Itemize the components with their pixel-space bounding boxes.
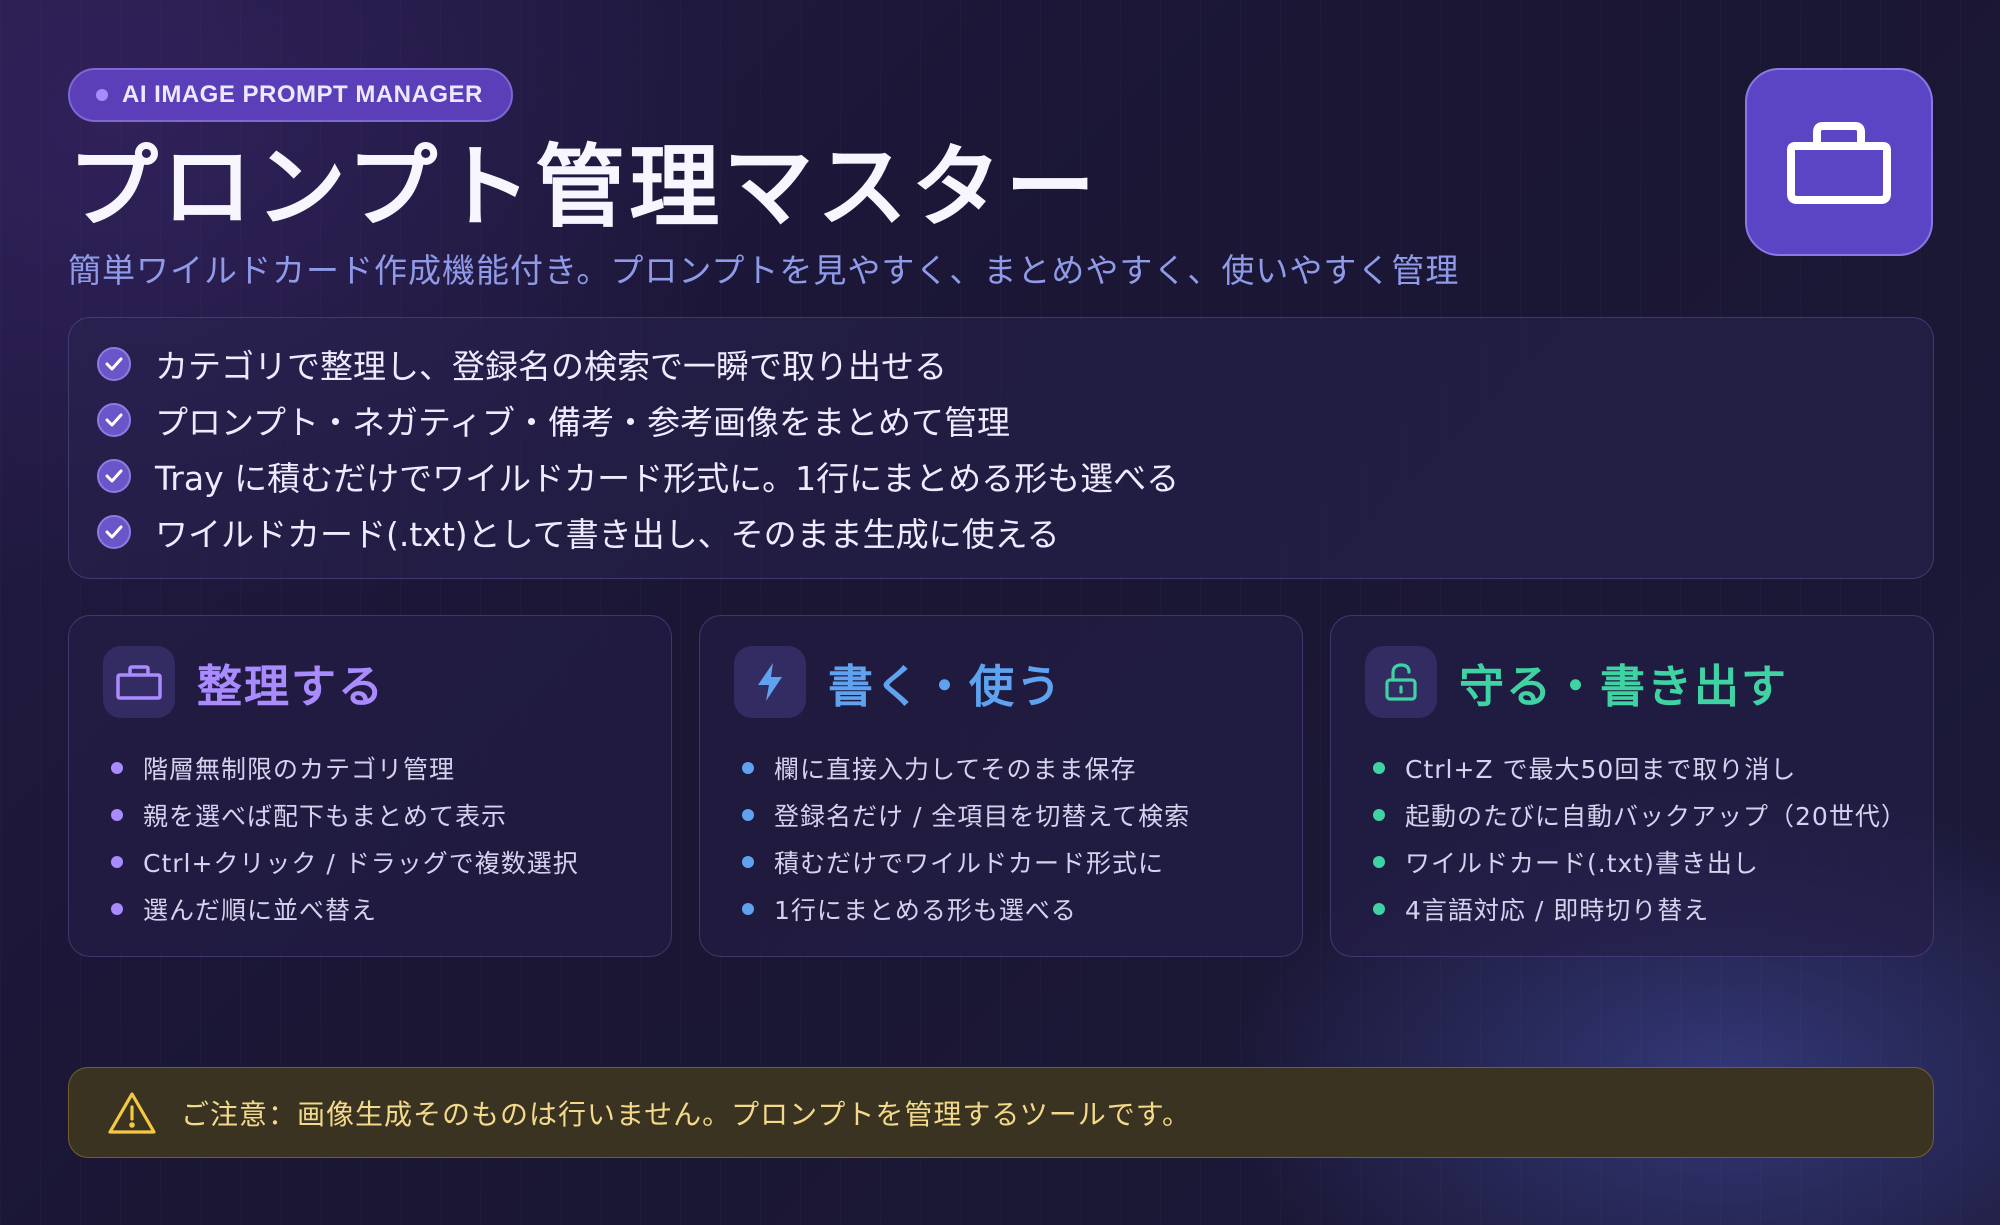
bullet [1373, 855, 1385, 868]
feature-card-organize: 整理する 階層無制限のカテゴリ管理 親を選べば配下もまとめて表示 Ctrl+クリ… [68, 615, 672, 957]
item-text: Ctrl+Z で最大50回まで取り消し [1405, 754, 1797, 784]
list-item: 4言語対応 / 即時切り替え [1373, 885, 1907, 932]
card-title: 書く・使う [828, 659, 1064, 713]
list-item: ワイルドカード(.txt)書き出し [1373, 838, 1907, 885]
item-text: 1行にまとめる形も選べる [774, 895, 1077, 925]
notice-text: ご注意：画像生成そのものは行いません。プロンプトを管理するツールです。 [181, 1097, 1191, 1131]
item-text: 親を選べば配下もまとめて表示 [143, 801, 508, 831]
bullet [1373, 808, 1385, 821]
card-title: 守る・書き出す [1459, 659, 1789, 713]
page-subtitle: 簡単ワイルドカード作成機能付き。プロンプトを見やすく、まとめやすく、使いやすく管… [68, 251, 1460, 290]
highlight-item: カテゴリで整理し、登録名の検索で一瞬で取り出せる [97, 336, 1933, 392]
item-text: 起動のたびに自動バックアップ（20世代） [1405, 801, 1907, 831]
list-item: 起動のたびに自動バックアップ（20世代） [1373, 791, 1907, 838]
notice-banner: ご注意：画像生成そのものは行いません。プロンプトを管理するツールです。 [68, 1067, 1934, 1158]
feature-card-write-use: 書く・使う 欄に直接入力してそのまま保存 登録名だけ / 全項目を切替えて検索 … [699, 615, 1303, 957]
folder-icon [103, 646, 175, 718]
app-icon [1745, 68, 1933, 256]
page-title: プロンプト管理マスター [68, 135, 1100, 240]
list-item: 積むだけでワイルドカード形式に [742, 838, 1190, 885]
highlight-item: Tray に積むだけでワイルドカード形式に。1行にまとめる形も選べる [97, 448, 1933, 504]
feature-list: Ctrl+Z で最大50回まで取り消し 起動のたびに自動バックアップ（20世代）… [1373, 744, 1907, 932]
item-text: 階層無制限のカテゴリ管理 [143, 754, 456, 784]
item-text: Ctrl+クリック / ドラッグで複数選択 [143, 848, 579, 878]
bullet [742, 808, 754, 821]
highlight-item: プロンプト・ネガティブ・備考・参考画像をまとめて管理 [97, 392, 1933, 448]
check-icon [97, 347, 131, 381]
bullet [742, 902, 754, 915]
highlight-text: Tray に積むだけでワイルドカード形式に。1行にまとめる形も選べる [155, 459, 1180, 498]
check-icon [97, 403, 131, 437]
bullet [111, 808, 123, 821]
bullet [111, 902, 123, 915]
lightning-icon [734, 646, 806, 718]
warning-icon [108, 1091, 156, 1134]
item-text: 選んだ順に並べ替え [143, 895, 378, 925]
list-item: 1行にまとめる形も選べる [742, 885, 1190, 932]
item-text: ワイルドカード(.txt)書き出し [1405, 848, 1759, 878]
unlock-icon [1365, 646, 1437, 718]
item-text: 登録名だけ / 全項目を切替えて検索 [774, 801, 1191, 831]
feature-card-protect-export: 守る・書き出す Ctrl+Z で最大50回まで取り消し 起動のたびに自動バックア… [1330, 615, 1934, 957]
bullet [742, 855, 754, 868]
item-text: 積むだけでワイルドカード形式に [774, 848, 1165, 878]
bullet [111, 761, 123, 774]
bullet [111, 855, 123, 868]
feature-list: 欄に直接入力してそのまま保存 登録名だけ / 全項目を切替えて検索 積むだけでワ… [742, 744, 1190, 932]
badge-label: AI IMAGE PROMPT MANAGER [122, 81, 483, 108]
list-item: Ctrl+Z で最大50回まで取り消し [1373, 744, 1907, 791]
list-item: 選んだ順に並べ替え [111, 885, 579, 932]
item-text: 4言語対応 / 即時切り替え [1405, 895, 1710, 925]
list-item: 登録名だけ / 全項目を切替えて検索 [742, 791, 1190, 838]
list-item: Ctrl+クリック / ドラッグで複数選択 [111, 838, 579, 885]
list-item: 階層無制限のカテゴリ管理 [111, 744, 579, 791]
check-icon [97, 459, 131, 493]
highlight-text: プロンプト・ネガティブ・備考・参考画像をまとめて管理 [155, 403, 1011, 442]
list-item: 欄に直接入力してそのまま保存 [742, 744, 1190, 791]
highlight-text: ワイルドカード(.txt)として書き出し、そのまま生成に使える [155, 515, 1060, 554]
bullet [742, 761, 754, 774]
list-item: 親を選べば配下もまとめて表示 [111, 791, 579, 838]
product-badge: AI IMAGE PROMPT MANAGER [68, 68, 513, 122]
bullet [1373, 761, 1385, 774]
card-title: 整理する [197, 659, 386, 713]
item-text: 欄に直接入力してそのまま保存 [774, 754, 1137, 784]
bullet [1373, 902, 1385, 915]
highlight-text: カテゴリで整理し、登録名の検索で一瞬で取り出せる [155, 347, 947, 386]
feature-list: 階層無制限のカテゴリ管理 親を選べば配下もまとめて表示 Ctrl+クリック / … [111, 744, 579, 932]
check-icon [97, 515, 131, 549]
folder-icon [1787, 122, 1891, 204]
badge-dot [96, 89, 108, 101]
highlights-panel: カテゴリで整理し、登録名の検索で一瞬で取り出せる プロンプト・ネガティブ・備考・… [68, 317, 1934, 579]
highlight-item: ワイルドカード(.txt)として書き出し、そのまま生成に使える [97, 504, 1933, 560]
